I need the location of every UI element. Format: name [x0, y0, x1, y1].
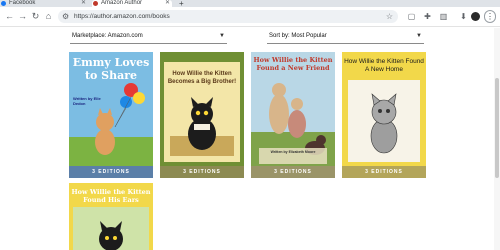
book-card-willie-big-brother[interactable]: How Willie the Kitten Becomes a Big Brot… [160, 52, 244, 178]
book-card-emmy-loves-to-share[interactable]: Emmy Loves to Share Written by Elle Dedo… [69, 52, 153, 178]
profile-avatar[interactable] [471, 12, 480, 21]
address-bar[interactable]: ⚙ https://author.amazon.com/books ☆ [58, 10, 398, 23]
tab-label: Facebook [9, 0, 36, 6]
browser-toolbar: ← → ↻ ⌂ ⚙ https://author.amazon.com/book… [0, 7, 500, 27]
tab-label: Amazon Author [101, 0, 143, 6]
url-text: https://author.amazon.com/books [74, 13, 170, 20]
scrollbar-thumb[interactable] [495, 78, 499, 178]
cover-title: How Willie the Kitten Found His Ears [71, 188, 151, 204]
menu-icon[interactable]: ⋮ [484, 10, 496, 23]
cover-byline: Written by Elizabeth Moore [270, 150, 316, 154]
home-icon[interactable]: ⌂ [43, 11, 54, 22]
book-cover[interactable]: How Willie the Kitten Found His Ears [69, 183, 153, 250]
bookmark-star-icon[interactable]: ☆ [386, 10, 393, 23]
cover-byline: Written by Elle Dedon [73, 96, 101, 106]
cover-title: How Willie the Kitten Becomes a Big Brot… [167, 71, 237, 85]
forward-icon[interactable]: → [17, 11, 28, 22]
cast-icon[interactable]: ▢ [406, 11, 417, 22]
chevron-down-icon: ▼ [219, 33, 225, 39]
book-cover[interactable]: How Willie the Kitten Becomes a Big Brot… [160, 52, 244, 166]
tab-strip: Facebook ✕ Amazon Author ✕ + [0, 0, 500, 8]
site-info-icon[interactable]: ⚙ [62, 11, 69, 22]
back-icon[interactable]: ← [4, 11, 15, 22]
scrollbar[interactable] [494, 28, 500, 250]
amazon-author-favicon-icon [93, 1, 98, 6]
extensions-icon[interactable]: ✚ [422, 11, 433, 22]
marketplace-dropdown[interactable]: Marketplace: Amazon.com ▼ [70, 30, 227, 44]
book-card-willie-ears[interactable]: How Willie the Kitten Found His Ears [69, 183, 153, 250]
reload-icon[interactable]: ↻ [30, 11, 41, 22]
sort-dropdown[interactable]: Sort by: Most Popular ▼ [267, 30, 424, 44]
sidebar-icon[interactable]: ▥ [438, 11, 449, 22]
editions-label: 3 EDITIONS [160, 166, 244, 178]
download-icon[interactable]: ⬇ [458, 11, 469, 22]
marketplace-label: Marketplace: Amazon.com [72, 33, 143, 39]
tab-facebook[interactable]: Facebook ✕ [0, 0, 88, 7]
book-cover[interactable]: Emmy Loves to Share Written by Elle Dedo… [69, 52, 153, 166]
close-tab-icon[interactable]: ✕ [81, 0, 86, 7]
book-card-willie-new-friend[interactable]: How Willie the Kitten Found a New Friend… [251, 52, 335, 178]
cover-title: Emmy Loves to Share [72, 56, 150, 82]
close-tab-icon[interactable]: ✕ [165, 0, 170, 7]
book-card-willie-new-home[interactable]: How Willie the Kitten Found A New Home 3… [342, 52, 426, 178]
cover-title: How Willie the Kitten Found a New Friend [253, 56, 333, 72]
editions-label: 3 EDITIONS [251, 166, 335, 178]
book-cover[interactable]: How Willie the Kitten Found a New Friend… [251, 52, 335, 166]
book-cover[interactable]: How Willie the Kitten Found A New Home [342, 52, 426, 166]
facebook-favicon-icon [1, 1, 6, 6]
tab-amazon-author[interactable]: Amazon Author ✕ [92, 0, 172, 7]
editions-label: 3 EDITIONS [342, 166, 426, 178]
chevron-down-icon: ▼ [416, 33, 422, 39]
editions-label: 3 EDITIONS [69, 166, 153, 178]
cover-title: How Willie the Kitten Found A New Home [344, 58, 424, 73]
sort-label: Sort by: Most Popular [269, 33, 327, 39]
